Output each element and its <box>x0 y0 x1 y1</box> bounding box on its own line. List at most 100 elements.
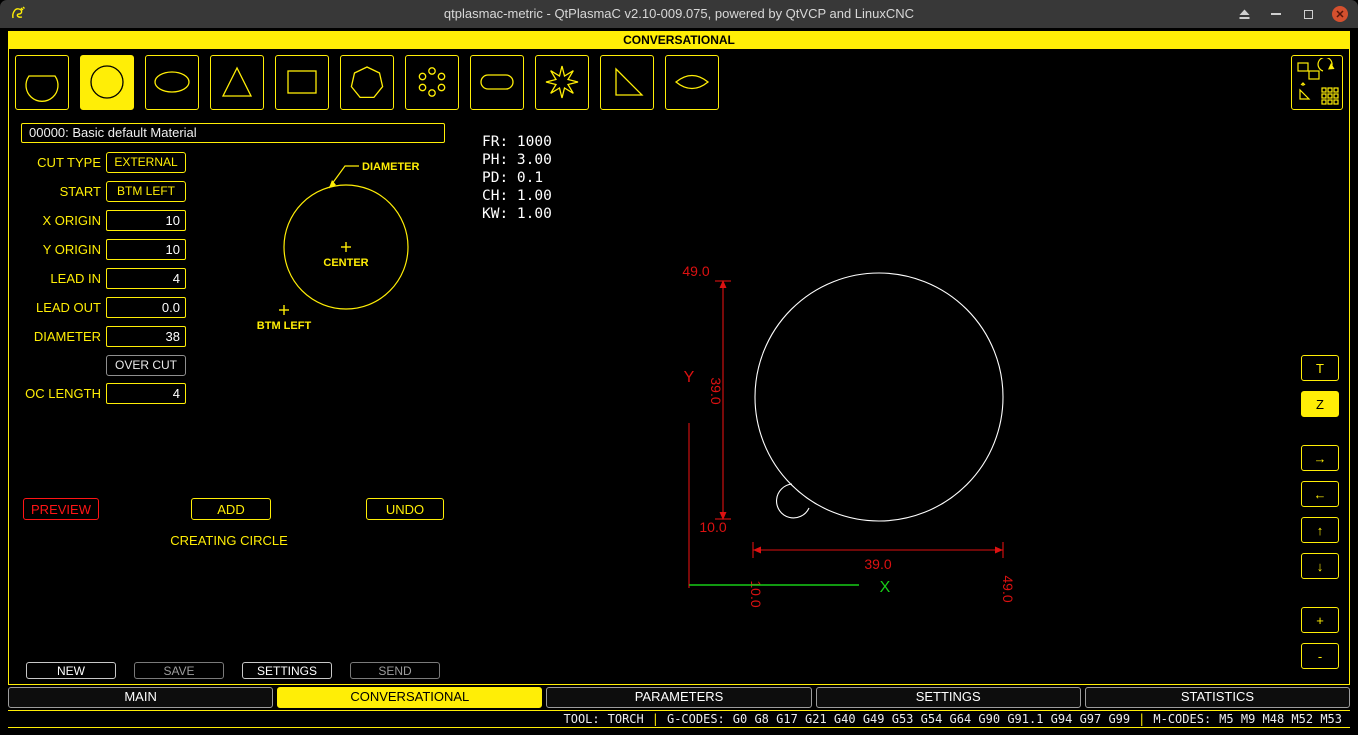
lead-in-arc <box>777 484 809 518</box>
lead-out-label: LEAD OUT <box>9 300 101 315</box>
tab-conversational[interactable]: CONVERSATIONAL <box>277 687 542 708</box>
statusbar-separator: | <box>652 712 659 726</box>
diagram-start-label: BTM LEFT <box>257 320 312 332</box>
param-cut-height: CH: 1.00 <box>482 188 552 204</box>
undo-button[interactable]: UNDO <box>366 498 444 520</box>
pan-up-button[interactable]: ↑ <box>1301 517 1339 543</box>
transform-settings-button[interactable] <box>1291 55 1343 110</box>
eject-icon[interactable] <box>1236 6 1252 22</box>
x-axis-label: X <box>880 579 891 596</box>
start-label: START <box>9 184 101 199</box>
diagram-diameter-label: DIAMETER <box>362 161 420 173</box>
dimension-arrows <box>720 280 1004 554</box>
slot-icon <box>475 60 519 104</box>
gcodes-value: G0 G8 G17 G21 G40 G49 G53 G54 G64 G90 G9… <box>733 712 1130 726</box>
oc-length-input[interactable] <box>106 383 186 404</box>
conversational-header: CONVERSATIONAL <box>9 32 1349 49</box>
x-origin-input[interactable] <box>106 210 186 231</box>
close-button[interactable]: ✕ <box>1332 6 1348 22</box>
polygon-tool-button[interactable] <box>340 55 394 110</box>
param-pierce-height: PH: 3.00 <box>482 152 552 168</box>
x-origin-row: X ORIGIN <box>9 208 199 232</box>
diameter-label: DIAMETER <box>9 329 101 344</box>
settings-button[interactable]: SETTINGS <box>242 662 332 679</box>
circle-help-diagram: DIAMETER CENTER BTM LEFT <box>241 140 456 355</box>
tab-parameters[interactable]: PARAMETERS <box>546 687 811 708</box>
rectangle-tool-button[interactable] <box>275 55 329 110</box>
segment-tool-button[interactable] <box>15 55 69 110</box>
dim-circle-width: 39.0 <box>864 556 891 572</box>
pan-down-button[interactable]: ↓ <box>1301 553 1339 579</box>
y-origin-row: Y ORIGIN <box>9 237 199 261</box>
send-button[interactable]: SEND <box>350 662 440 679</box>
start-row: START BTM LEFT <box>9 179 199 203</box>
y-origin-input[interactable] <box>106 239 186 260</box>
tab-settings[interactable]: SETTINGS <box>816 687 1081 708</box>
mcodes-label: M-CODES: <box>1153 712 1211 726</box>
param-kerf-width: KW: 1.00 <box>482 206 552 222</box>
material-t-button[interactable]: T <box>1301 355 1339 381</box>
circle-icon <box>85 60 129 104</box>
tool-value: TORCH <box>608 712 644 726</box>
dim-y-origin: 10.0 <box>699 519 726 535</box>
dim-circle-height: 39.0 <box>708 377 724 404</box>
preview-button[interactable]: PREVIEW <box>23 498 99 520</box>
lead-out-row: LEAD OUT <box>9 295 199 319</box>
polygon-icon <box>345 60 389 104</box>
ellipse-icon <box>150 60 194 104</box>
gcode-preview: FR: 1000 PH: 3.00 PD: 0.1 CH: 1.00 KW: 1… <box>464 123 1294 673</box>
star-icon <box>540 60 584 104</box>
qtplasmac-logo-icon <box>10 5 27 27</box>
main-tab-bar: MAIN CONVERSATIONAL PARAMETERS SETTINGS … <box>8 687 1350 708</box>
diameter-input[interactable] <box>106 326 186 347</box>
restore-button[interactable] <box>1300 6 1316 22</box>
param-pierce-delay: PD: 0.1 <box>482 170 543 186</box>
segment-icon <box>20 60 64 104</box>
pan-right-button[interactable]: → <box>1301 445 1339 471</box>
window-title: qtplasmac-metric - QtPlasmaC v2.10-009.0… <box>0 0 1358 28</box>
new-button[interactable]: NEW <box>26 662 116 679</box>
triangle-tool-button[interactable] <box>210 55 264 110</box>
main-frame: CONVERSATIONAL <box>8 31 1350 685</box>
minimize-button[interactable] <box>1268 6 1284 22</box>
creating-status-text: CREATING CIRCLE <box>89 533 369 548</box>
y-axis-label: Y <box>684 369 695 386</box>
gusset-tool-button[interactable] <box>600 55 654 110</box>
oc-length-label: OC LENGTH <box>9 386 101 401</box>
dim-total-height: 49.0 <box>682 263 709 279</box>
titlebar: qtplasmac-metric - QtPlasmaC v2.10-009.0… <box>0 0 1358 28</box>
over-cut-button[interactable]: OVER CUT <box>106 355 186 376</box>
zoom-in-button[interactable]: + <box>1301 607 1339 633</box>
cut-type-button[interactable]: EXTERNAL <box>106 152 186 173</box>
start-button[interactable]: BTM LEFT <box>106 181 186 202</box>
circle-tool-button[interactable] <box>80 55 134 110</box>
cut-type-label: CUT TYPE <box>9 155 101 170</box>
conversational-main: 00000: Basic default Material CUT TYPE E… <box>9 115 1349 685</box>
shape-toolbar <box>9 49 1349 115</box>
pan-left-button[interactable]: ← <box>1301 481 1339 507</box>
lead-in-label: LEAD IN <box>9 271 101 286</box>
zoom-out-button[interactable]: - <box>1301 643 1339 669</box>
save-button[interactable]: SAVE <box>134 662 224 679</box>
rectangle-icon <box>280 60 324 104</box>
dim-total-width: 49.0 <box>1000 575 1016 602</box>
cut-path-circle <box>755 273 1003 521</box>
add-button[interactable]: ADD <box>191 498 271 520</box>
bolt-circle-tool-button[interactable] <box>405 55 459 110</box>
tab-statistics[interactable]: STATISTICS <box>1085 687 1350 708</box>
lead-out-input[interactable] <box>106 297 186 318</box>
slot-tool-button[interactable] <box>470 55 524 110</box>
lead-in-input[interactable] <box>106 268 186 289</box>
diameter-row: DIAMETER <box>9 324 199 348</box>
diagram-center-label: CENTER <box>323 257 368 269</box>
bolt-circle-icon <box>410 60 454 104</box>
param-feed-rate: FR: 1000 <box>482 134 552 150</box>
tab-main[interactable]: MAIN <box>8 687 273 708</box>
ellipse-tool-button[interactable] <box>145 55 199 110</box>
star-tool-button[interactable] <box>535 55 589 110</box>
zoom-fit-z-button[interactable]: Z <box>1301 391 1339 417</box>
lens-tool-button[interactable] <box>665 55 719 110</box>
mcodes-value: M5 M9 M48 M52 M53 <box>1219 712 1342 726</box>
x-origin-label: X ORIGIN <box>9 213 101 228</box>
over-cut-row: OVER CUT <box>9 353 199 377</box>
